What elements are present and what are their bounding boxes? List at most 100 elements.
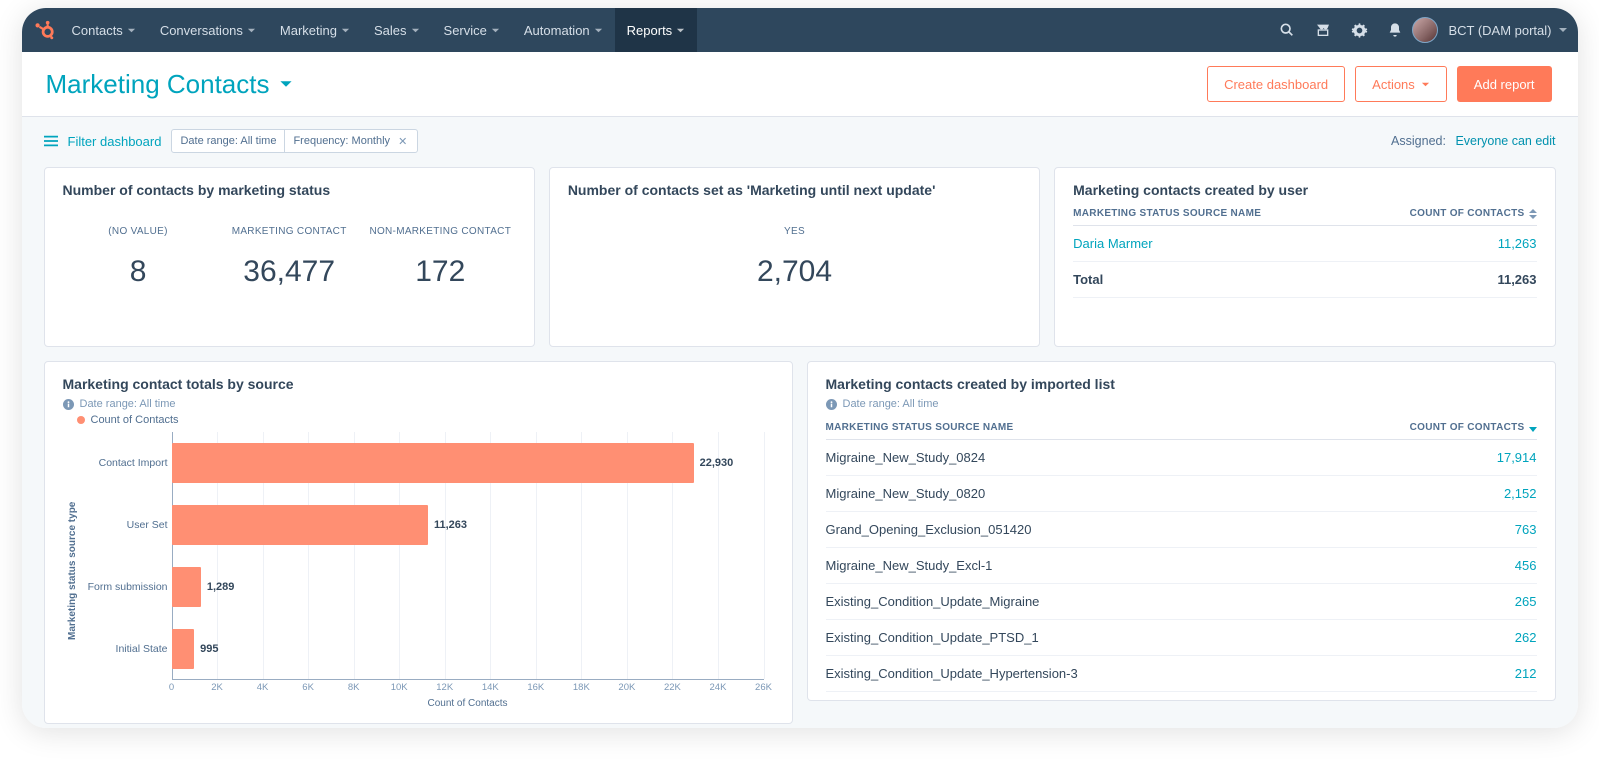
table-row: Grand_Opening_Exclusion_051420 763 bbox=[826, 512, 1537, 548]
nav-items: ContactsConversationsMarketingSalesServi… bbox=[60, 8, 698, 52]
chart-bar-value: 1,289 bbox=[207, 581, 235, 593]
assigned-indicator: Assigned: Everyone can edit bbox=[1391, 134, 1555, 148]
chart-bar bbox=[172, 443, 694, 483]
chart-bar-value: 22,930 bbox=[700, 457, 734, 469]
stat-value: 36,477 bbox=[214, 255, 365, 289]
table-row: Daria Marmer 11,263 bbox=[1073, 226, 1536, 262]
table-header: MARKETING STATUS SOURCE NAME bbox=[1073, 208, 1261, 219]
row-value: 212 bbox=[1515, 666, 1537, 681]
card-totals-by-source: Marketing contact totals by source Date … bbox=[44, 361, 793, 724]
nav-item-contacts[interactable]: Contacts bbox=[60, 8, 148, 52]
stat-label: (NO VALUE) bbox=[63, 226, 214, 237]
stat-value: 2,704 bbox=[568, 255, 1021, 289]
stat-col: (NO VALUE) 8 bbox=[63, 226, 214, 289]
chart-x-tick: 18K bbox=[573, 682, 590, 693]
marketplace-icon[interactable] bbox=[1314, 21, 1332, 39]
filter-chip[interactable]: Date range: All time bbox=[172, 130, 284, 152]
title-bar: Marketing Contacts Create dashboard Acti… bbox=[22, 52, 1578, 117]
page-title: Marketing Contacts bbox=[46, 69, 270, 100]
stat-col: MARKETING CONTACT 36,477 bbox=[214, 226, 365, 289]
page-title-group[interactable]: Marketing Contacts bbox=[46, 69, 294, 100]
filter-row: Filter dashboard Date range: All timeFre… bbox=[22, 117, 1578, 157]
chart-x-tick: 2K bbox=[211, 682, 223, 693]
stat-value: 8 bbox=[63, 255, 214, 289]
info-icon bbox=[63, 399, 74, 410]
stat-label: YES bbox=[568, 226, 1021, 237]
card-by-imported-list: Marketing contacts created by imported l… bbox=[807, 361, 1556, 701]
row-name: Existing_Condition_Update_PTSD_1 bbox=[826, 630, 1039, 645]
chart-category-label: Form submission bbox=[82, 581, 168, 593]
stat-label: NON-MARKETING CONTACT bbox=[365, 226, 516, 237]
chart-bar-value: 11,263 bbox=[434, 519, 467, 531]
card-date-range: Date range: All time bbox=[63, 398, 774, 410]
row-name: Migraine_New_Study_0820 bbox=[826, 486, 986, 501]
row-name: Grand_Opening_Exclusion_051420 bbox=[826, 522, 1032, 537]
table-row: Migraine_New_Study_Excl-1456 bbox=[826, 548, 1537, 584]
stat-col: NON-MARKETING CONTACT172 bbox=[365, 226, 516, 289]
hubspot-logo[interactable] bbox=[28, 14, 60, 46]
create-dashboard-button[interactable]: Create dashboard bbox=[1207, 66, 1345, 102]
chart-bar bbox=[172, 629, 195, 669]
nav-item-service[interactable]: Service bbox=[432, 8, 512, 52]
stat-label: MARKETING CONTACT bbox=[214, 226, 365, 237]
bar-chart: Contact Import22,930User Set11,263Form s… bbox=[172, 432, 764, 680]
gear-icon[interactable] bbox=[1350, 21, 1368, 39]
filter-handle-icon[interactable] bbox=[44, 135, 58, 147]
nav-item-sales[interactable]: Sales bbox=[362, 8, 432, 52]
table-row: Migraine_New_Study_0820 2,152 bbox=[826, 476, 1537, 512]
row-name: Migraine_New_Study_Excl-1 bbox=[826, 558, 993, 573]
chart-category-label: Contact Import bbox=[82, 457, 168, 469]
filter-dashboard-link[interactable]: Filter dashboard bbox=[68, 134, 162, 149]
chart-x-tick: 4K bbox=[257, 682, 269, 693]
avatar[interactable] bbox=[1412, 17, 1438, 43]
card-date-range: Date range: All time bbox=[826, 398, 1537, 410]
filter-chipset: Date range: All timeFrequency: Monthly✕ bbox=[171, 129, 418, 153]
assigned-link[interactable]: Everyone can edit bbox=[1455, 134, 1555, 148]
chart-x-tick: 26K bbox=[755, 682, 772, 693]
row-value: 2,152 bbox=[1504, 486, 1537, 501]
table-row: Existing_Condition_Update_Migraine265 bbox=[826, 584, 1537, 620]
search-icon[interactable] bbox=[1278, 21, 1296, 39]
row-value: 11,263 bbox=[1498, 236, 1537, 251]
nav-item-marketing[interactable]: Marketing bbox=[268, 8, 362, 52]
close-icon[interactable]: ✕ bbox=[396, 135, 409, 148]
chart-x-tick: 6K bbox=[302, 682, 314, 693]
portal-name: BCT (DAM portal) bbox=[1448, 23, 1551, 38]
card-until-next-update: Number of contacts set as 'Marketing unt… bbox=[549, 167, 1040, 347]
chart-bar bbox=[172, 567, 201, 607]
nav-item-conversations[interactable]: Conversations bbox=[148, 8, 268, 52]
add-report-button[interactable]: Add report bbox=[1457, 66, 1552, 102]
chart-x-tick: 20K bbox=[618, 682, 635, 693]
row-name[interactable]: Daria Marmer bbox=[1073, 236, 1152, 251]
bell-icon[interactable] bbox=[1386, 21, 1404, 39]
table-header-sort[interactable]: COUNT OF CONTACTS bbox=[1410, 208, 1537, 219]
filter-chip[interactable]: Frequency: Monthly✕ bbox=[284, 130, 417, 152]
row-name: Existing_Condition_Update_Hypertension-3 bbox=[826, 666, 1078, 681]
info-icon bbox=[826, 399, 837, 410]
nav-utility-icons bbox=[1278, 21, 1412, 39]
table-header-sort[interactable]: COUNT OF CONTACTS bbox=[1410, 422, 1537, 433]
top-navbar: ContactsConversationsMarketingSalesServi… bbox=[22, 8, 1578, 52]
portal-switcher[interactable]: BCT (DAM portal) bbox=[1448, 23, 1567, 38]
chart-bar bbox=[172, 505, 428, 545]
row-value: 763 bbox=[1515, 522, 1537, 537]
chart-x-tick: 16K bbox=[527, 682, 544, 693]
table-row: Existing_Condition_Update_ADHD211 bbox=[826, 692, 1537, 701]
card-by-user: Marketing contacts created by user MARKE… bbox=[1054, 167, 1555, 347]
chart-bar-value: 995 bbox=[200, 643, 218, 655]
actions-button[interactable]: Actions bbox=[1355, 66, 1447, 102]
chart-x-tick: 10K bbox=[391, 682, 408, 693]
card-title: Marketing contacts created by imported l… bbox=[826, 376, 1537, 392]
chart-x-tick: 22K bbox=[664, 682, 681, 693]
card-contacts-by-status: Number of contacts by marketing status (… bbox=[44, 167, 535, 347]
chevron-down-icon bbox=[279, 77, 293, 91]
nav-item-reports[interactable]: Reports bbox=[615, 8, 698, 52]
row-value: 262 bbox=[1515, 630, 1537, 645]
row-value: 17,914 bbox=[1497, 450, 1537, 465]
imported-list-table[interactable]: Migraine_New_Study_082417,914Migraine_Ne… bbox=[826, 440, 1537, 701]
nav-item-automation[interactable]: Automation bbox=[512, 8, 615, 52]
chart-x-tick: 8K bbox=[348, 682, 360, 693]
chart-x-tick: 24K bbox=[710, 682, 727, 693]
table-row: Migraine_New_Study_082417,914 bbox=[826, 440, 1537, 476]
card-title: Number of contacts set as 'Marketing unt… bbox=[568, 182, 1021, 198]
